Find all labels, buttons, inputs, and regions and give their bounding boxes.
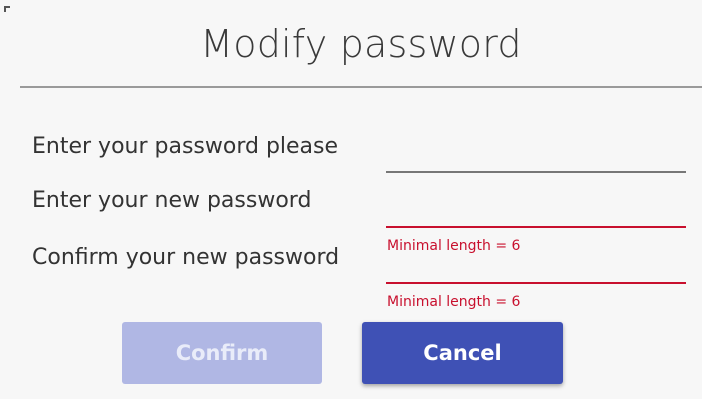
new-password-error: Minimal length = 6	[387, 238, 521, 254]
confirm-password-field[interactable]	[386, 256, 686, 284]
current-password-field[interactable]	[386, 145, 686, 173]
new-password-label: Enter your new password	[32, 188, 312, 213]
window-corner-icon	[4, 6, 10, 12]
new-password-field[interactable]	[386, 200, 686, 228]
title-divider	[20, 86, 702, 88]
current-password-label: Enter your password please	[32, 134, 339, 159]
modify-password-dialog: Modify password Enter your password plea…	[0, 0, 702, 399]
dialog-title: Modify password	[200, 22, 522, 66]
confirm-password-error: Minimal length = 6	[387, 294, 521, 310]
confirm-button[interactable]: Confirm	[122, 322, 322, 384]
confirm-password-label: Confirm your new password	[32, 245, 340, 270]
cancel-button[interactable]: Cancel	[362, 322, 563, 384]
